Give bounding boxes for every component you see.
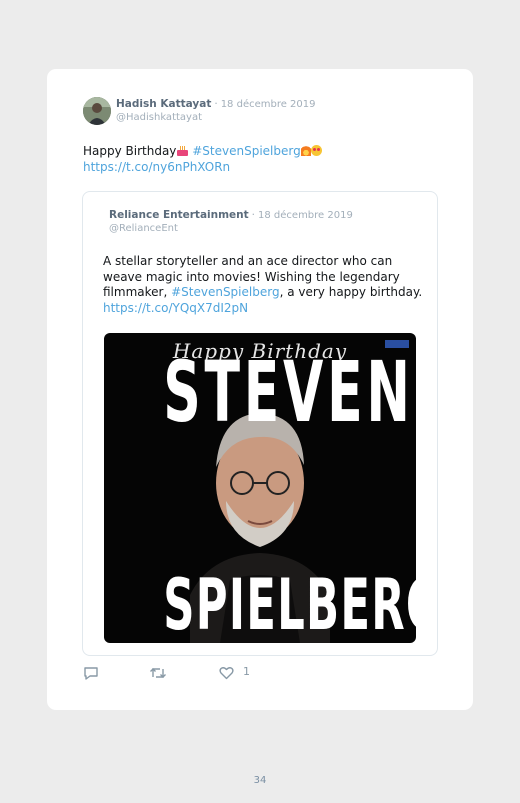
heart-icon[interactable]: [219, 665, 234, 684]
quoted-author-line[interactable]: Reliance Entertainment · 18 décembre 2019: [109, 209, 353, 221]
separator: ·: [214, 98, 218, 110]
quoted-tweet-text: A stellar storyteller and an ace directo…: [103, 254, 428, 316]
author-name[interactable]: Hadish Kattayat: [116, 98, 211, 110]
heart-eyes-icon: [310, 145, 322, 156]
tweet-card: Hadish Kattayat · 18 décembre 2019 @Hadish…: [47, 69, 473, 710]
avatar[interactable]: [83, 97, 111, 125]
tweet-date[interactable]: 18 décembre 2019: [221, 99, 316, 110]
quoted-author-name[interactable]: Reliance Entertainment: [109, 209, 249, 221]
tweet-text-prefix: Happy Birthday: [83, 144, 177, 158]
headline-bottom: SPIELBERG: [163, 564, 416, 643]
retweet-icon[interactable]: [149, 665, 167, 684]
tweet-link[interactable]: https://t.co/ny6nPhXORn: [83, 160, 230, 174]
separator: ·: [251, 209, 256, 221]
quoted-tweet-date[interactable]: 18 décembre 2019: [258, 210, 353, 221]
script-text: Happy Birthday: [172, 339, 348, 363]
birthday-cake-icon: [177, 146, 189, 156]
tweet-actions: 1: [83, 665, 283, 681]
page-number: 34: [253, 775, 267, 786]
quoted-text-part2: , a very happy birthday.: [279, 285, 423, 299]
quoted-hashtag-link[interactable]: #StevenSpielberg: [171, 285, 279, 299]
like-count: 1: [243, 665, 250, 678]
quoted-tweet-link[interactable]: https://t.co/YQqX7dI2pN: [103, 301, 248, 315]
brand-logo-icon: [385, 340, 409, 348]
hashtag-link[interactable]: #StevenSpielberg: [192, 144, 300, 158]
author-handle[interactable]: @Hadishkattayat: [116, 112, 202, 123]
quoted-tweet[interactable]: Reliance Entertainment · 18 décembre 2019 …: [82, 191, 438, 656]
reply-icon[interactable]: [83, 665, 99, 684]
author-line[interactable]: Hadish Kattayat · 18 décembre 2019: [116, 98, 316, 110]
quoted-author-handle[interactable]: @RelianceEnt: [109, 223, 178, 234]
tweet-media-image[interactable]: STEVEN Happy Birthday SPIELBERG: [104, 333, 416, 643]
fire-icon: [300, 145, 311, 156]
tweet-text: Happy Birthday #StevenSpielberg https://…: [83, 143, 443, 175]
